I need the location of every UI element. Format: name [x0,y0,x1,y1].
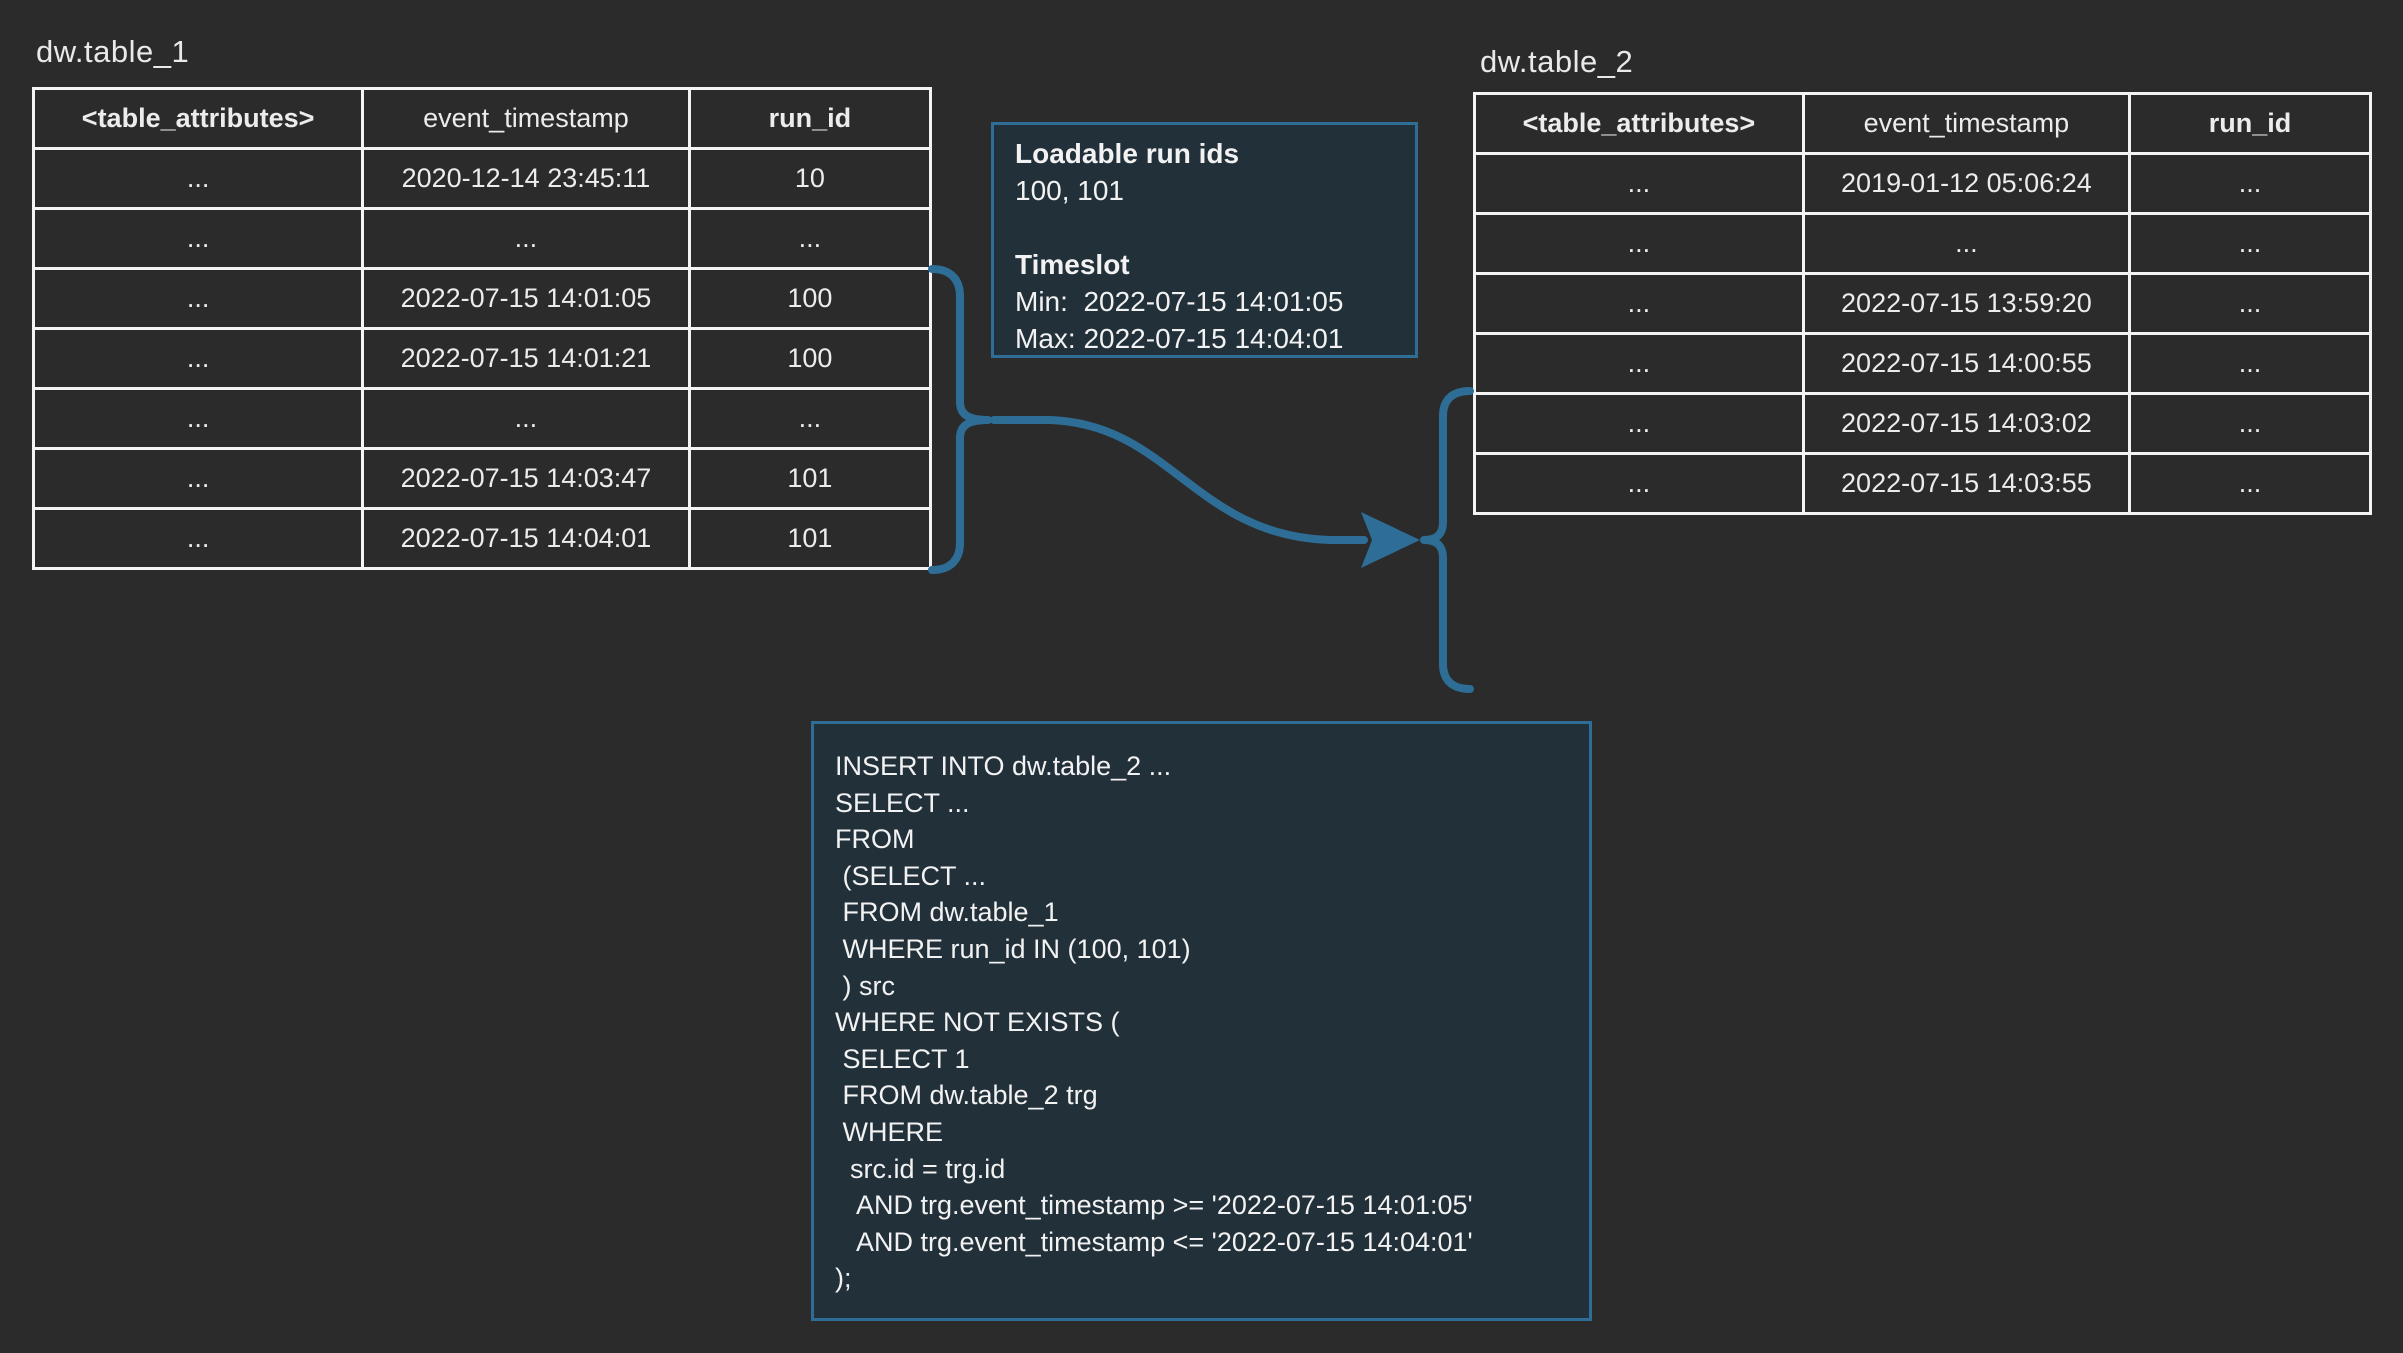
info-timeslot-title: Timeslot [1015,246,1415,283]
table-cell: ... [1475,394,1804,454]
table-cell: 101 [689,509,930,569]
table-cell: ... [1475,454,1804,514]
right-curly-brace [1424,391,1470,689]
table-cell: ... [34,449,363,509]
table-cell: 2022-07-15 14:03:55 [1803,454,2129,514]
table-cell: ... [2129,334,2370,394]
table-cell: ... [1475,214,1804,274]
column-header: <table_attributes> [1475,94,1804,154]
table-cell: ... [34,149,363,209]
table-cell: ... [689,389,930,449]
sql-box: INSERT INTO dw.table_2 ... SELECT ... FR… [811,721,1592,1321]
table-cell: 2020-12-14 23:45:11 [363,149,690,209]
table-cell: ... [1475,154,1804,214]
diagram-canvas: dw.table_1 <table_attributes>event_times… [0,0,2403,1353]
arrowhead-icon [1361,512,1420,568]
table-cell: 2022-07-15 14:01:05 [363,269,690,329]
table1: <table_attributes>event_timestamprun_id.… [32,87,932,570]
table-cell: ... [34,269,363,329]
table-row: ......... [34,209,931,269]
table-cell: ... [34,509,363,569]
table-row: ...2022-07-15 14:03:47101 [34,449,931,509]
table-cell: ... [34,389,363,449]
table-cell: 100 [689,269,930,329]
info-runs-value: 100, 101 [1015,172,1415,209]
table-cell: 2022-07-15 14:01:21 [363,329,690,389]
table-row: ...2022-07-15 14:00:55... [1475,334,2371,394]
table-cell: 2022-07-15 14:04:01 [363,509,690,569]
table-row: ...2022-07-15 14:01:21100 [34,329,931,389]
table-cell: ... [1803,214,2129,274]
table-cell: ... [2129,274,2370,334]
table-cell: 2022-07-15 14:03:02 [1803,394,2129,454]
info-spacer [1015,209,1415,246]
table-cell: ... [689,209,930,269]
column-header: run_id [2129,94,2370,154]
info-runs-title: Loadable run ids [1015,135,1415,172]
info-timeslot-min: Min: 2022-07-15 14:01:05 [1015,283,1415,320]
table-row: ......... [1475,214,2371,274]
table-row: ...2022-07-15 14:04:01101 [34,509,931,569]
table-cell: ... [34,209,363,269]
header-row: <table_attributes>event_timestamprun_id [1475,94,2371,154]
table-cell: 10 [689,149,930,209]
table-cell: 100 [689,329,930,389]
table-cell: ... [2129,154,2370,214]
table-cell: ... [1475,334,1804,394]
header-row: <table_attributes>event_timestamprun_id [34,89,931,149]
column-header: event_timestamp [1803,94,2129,154]
table2-title: dw.table_2 [1480,44,1633,80]
column-header: run_id [689,89,930,149]
table-cell: ... [363,389,690,449]
table-cell: 2022-07-15 13:59:20 [1803,274,2129,334]
sql-code: INSERT INTO dw.table_2 ... SELECT ... FR… [814,724,1589,1297]
table-cell: 101 [689,449,930,509]
flow-curve [994,420,1364,540]
table2: <table_attributes>event_timestamprun_id.… [1473,92,2372,515]
table-row: ...2022-07-15 14:03:55... [1475,454,2371,514]
table-cell: ... [2129,454,2370,514]
info-box: Loadable run ids 100, 101 Timeslot Min: … [991,122,1418,358]
left-curly-brace [932,269,988,570]
column-header: event_timestamp [363,89,690,149]
table-cell: ... [2129,214,2370,274]
table-cell: ... [363,209,690,269]
table-row: ...2022-07-15 14:01:05100 [34,269,931,329]
table-cell: 2019-01-12 05:06:24 [1803,154,2129,214]
table-cell: 2022-07-15 14:00:55 [1803,334,2129,394]
column-header: <table_attributes> [34,89,363,149]
table1-title: dw.table_1 [36,34,189,70]
table-row: ...2020-12-14 23:45:1110 [34,149,931,209]
table-cell: ... [2129,394,2370,454]
table-cell: ... [1475,274,1804,334]
table-row: ......... [34,389,931,449]
table-cell: ... [34,329,363,389]
table-cell: 2022-07-15 14:03:47 [363,449,690,509]
table-row: ...2019-01-12 05:06:24... [1475,154,2371,214]
info-timeslot-max: Max: 2022-07-15 14:04:01 [1015,320,1415,357]
table-row: ...2022-07-15 14:03:02... [1475,394,2371,454]
table-row: ...2022-07-15 13:59:20... [1475,274,2371,334]
